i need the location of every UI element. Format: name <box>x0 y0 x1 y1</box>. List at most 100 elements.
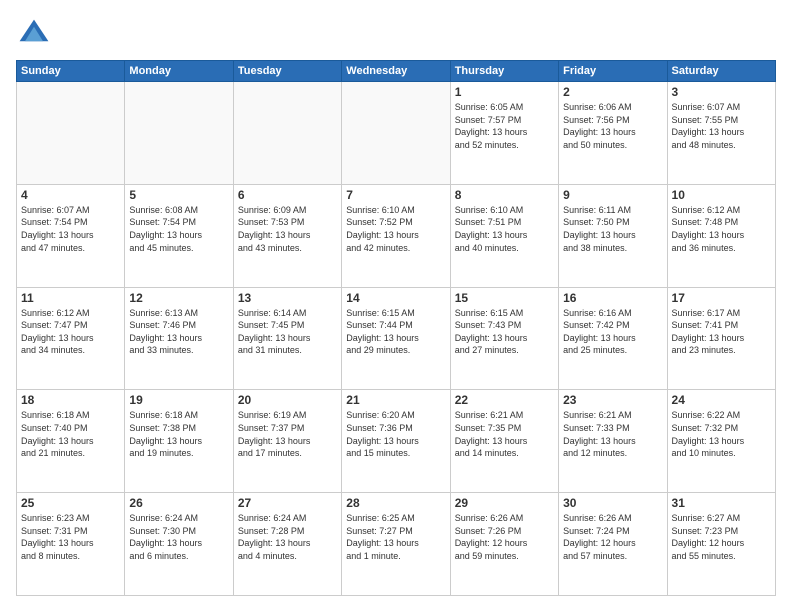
logo <box>16 16 56 52</box>
day-number: 27 <box>238 496 337 510</box>
day-info: Sunrise: 6:18 AM Sunset: 7:40 PM Dayligh… <box>21 409 120 459</box>
calendar-cell: 29 Sunrise: 6:26 AM Sunset: 7:26 PM Dayli… <box>450 493 558 596</box>
calendar-cell: 17 Sunrise: 6:17 AM Sunset: 7:41 PM Dayli… <box>667 287 775 390</box>
day-info: Sunrise: 6:18 AM Sunset: 7:38 PM Dayligh… <box>129 409 228 459</box>
day-number: 15 <box>455 291 554 305</box>
day-number: 12 <box>129 291 228 305</box>
day-info: Sunrise: 6:26 AM Sunset: 7:26 PM Dayligh… <box>455 512 554 562</box>
day-number: 6 <box>238 188 337 202</box>
day-number: 10 <box>672 188 771 202</box>
calendar-cell: 11 Sunrise: 6:12 AM Sunset: 7:47 PM Dayli… <box>17 287 125 390</box>
calendar-cell: 4 Sunrise: 6:07 AM Sunset: 7:54 PM Daylig… <box>17 184 125 287</box>
day-info: Sunrise: 6:10 AM Sunset: 7:51 PM Dayligh… <box>455 204 554 254</box>
calendar-week-2: 11 Sunrise: 6:12 AM Sunset: 7:47 PM Dayli… <box>17 287 776 390</box>
calendar-cell: 26Sunrise: 6:24 AM Sunset: 7:30 PM Dayli… <box>125 493 233 596</box>
day-info: Sunrise: 6:08 AM Sunset: 7:54 PM Dayligh… <box>129 204 228 254</box>
calendar-week-0: 1 Sunrise: 6:05 AM Sunset: 7:57 PM Daylig… <box>17 82 776 185</box>
day-info: Sunrise: 6:15 AM Sunset: 7:44 PM Dayligh… <box>346 307 445 357</box>
calendar-cell: 19 Sunrise: 6:18 AM Sunset: 7:38 PM Dayli… <box>125 390 233 493</box>
calendar-cell: 8 Sunrise: 6:10 AM Sunset: 7:51 PM Daylig… <box>450 184 558 287</box>
calendar-cell: 27Sunrise: 6:24 AM Sunset: 7:28 PM Dayli… <box>233 493 341 596</box>
calendar-cell <box>342 82 450 185</box>
weekday-monday: Monday <box>125 61 233 82</box>
day-number: 20 <box>238 393 337 407</box>
weekday-thursday: Thursday <box>450 61 558 82</box>
calendar-cell: 30 Sunrise: 6:26 AM Sunset: 7:24 PM Dayli… <box>559 493 667 596</box>
calendar-table: SundayMondayTuesdayWednesdayThursdayFrid… <box>16 60 776 596</box>
logo-icon <box>16 16 52 52</box>
day-info: Sunrise: 6:16 AM Sunset: 7:42 PM Dayligh… <box>563 307 662 357</box>
calendar-cell: 12 Sunrise: 6:13 AM Sunset: 7:46 PM Dayli… <box>125 287 233 390</box>
day-info: Sunrise: 6:26 AM Sunset: 7:24 PM Dayligh… <box>563 512 662 562</box>
day-info: Sunrise: 6:06 AM Sunset: 7:56 PM Dayligh… <box>563 101 662 151</box>
day-info: Sunrise: 6:21 AM Sunset: 7:35 PM Dayligh… <box>455 409 554 459</box>
day-number: 11 <box>21 291 120 305</box>
calendar-cell: 13 Sunrise: 6:14 AM Sunset: 7:45 PM Dayli… <box>233 287 341 390</box>
calendar-cell: 6 Sunrise: 6:09 AM Sunset: 7:53 PM Daylig… <box>233 184 341 287</box>
calendar-cell: 24 Sunrise: 6:22 AM Sunset: 7:32 PM Dayli… <box>667 390 775 493</box>
calendar-week-3: 18Sunrise: 6:18 AM Sunset: 7:40 PM Dayli… <box>17 390 776 493</box>
day-number: 7 <box>346 188 445 202</box>
calendar-cell: 31 Sunrise: 6:27 AM Sunset: 7:23 PM Dayli… <box>667 493 775 596</box>
day-info: Sunrise: 6:05 AM Sunset: 7:57 PM Dayligh… <box>455 101 554 151</box>
day-number: 30 <box>563 496 662 510</box>
day-number: 1 <box>455 85 554 99</box>
day-info: Sunrise: 6:12 AM Sunset: 7:47 PM Dayligh… <box>21 307 120 357</box>
calendar-cell: 23 Sunrise: 6:21 AM Sunset: 7:33 PM Dayli… <box>559 390 667 493</box>
calendar-cell: 28 Sunrise: 6:25 AM Sunset: 7:27 PM Dayli… <box>342 493 450 596</box>
day-number: 13 <box>238 291 337 305</box>
calendar-cell: 1 Sunrise: 6:05 AM Sunset: 7:57 PM Daylig… <box>450 82 558 185</box>
day-number: 2 <box>563 85 662 99</box>
calendar-cell <box>17 82 125 185</box>
day-number: 24 <box>672 393 771 407</box>
day-number: 8 <box>455 188 554 202</box>
day-info: Sunrise: 6:19 AM Sunset: 7:37 PM Dayligh… <box>238 409 337 459</box>
day-number: 31 <box>672 496 771 510</box>
day-number: 19 <box>129 393 228 407</box>
header <box>16 16 776 52</box>
calendar-cell: 20 Sunrise: 6:19 AM Sunset: 7:37 PM Dayli… <box>233 390 341 493</box>
calendar-cell: 14 Sunrise: 6:15 AM Sunset: 7:44 PM Dayli… <box>342 287 450 390</box>
day-info: Sunrise: 6:14 AM Sunset: 7:45 PM Dayligh… <box>238 307 337 357</box>
page: SundayMondayTuesdayWednesdayThursdayFrid… <box>0 0 792 612</box>
day-info: Sunrise: 6:24 AM Sunset: 7:30 PM Dayligh… <box>129 512 228 562</box>
calendar-week-4: 25 Sunrise: 6:23 AM Sunset: 7:31 PM Dayli… <box>17 493 776 596</box>
weekday-wednesday: Wednesday <box>342 61 450 82</box>
day-number: 29 <box>455 496 554 510</box>
calendar-week-1: 4 Sunrise: 6:07 AM Sunset: 7:54 PM Daylig… <box>17 184 776 287</box>
day-number: 14 <box>346 291 445 305</box>
day-info: Sunrise: 6:07 AM Sunset: 7:55 PM Dayligh… <box>672 101 771 151</box>
day-info: Sunrise: 6:25 AM Sunset: 7:27 PM Dayligh… <box>346 512 445 562</box>
day-number: 4 <box>21 188 120 202</box>
day-number: 9 <box>563 188 662 202</box>
calendar-cell <box>125 82 233 185</box>
day-info: Sunrise: 6:21 AM Sunset: 7:33 PM Dayligh… <box>563 409 662 459</box>
day-number: 5 <box>129 188 228 202</box>
weekday-saturday: Saturday <box>667 61 775 82</box>
day-info: Sunrise: 6:20 AM Sunset: 7:36 PM Dayligh… <box>346 409 445 459</box>
calendar-cell: 21 Sunrise: 6:20 AM Sunset: 7:36 PM Dayli… <box>342 390 450 493</box>
day-info: Sunrise: 6:10 AM Sunset: 7:52 PM Dayligh… <box>346 204 445 254</box>
weekday-friday: Friday <box>559 61 667 82</box>
day-info: Sunrise: 6:09 AM Sunset: 7:53 PM Dayligh… <box>238 204 337 254</box>
day-info: Sunrise: 6:12 AM Sunset: 7:48 PM Dayligh… <box>672 204 771 254</box>
day-info: Sunrise: 6:15 AM Sunset: 7:43 PM Dayligh… <box>455 307 554 357</box>
day-info: Sunrise: 6:11 AM Sunset: 7:50 PM Dayligh… <box>563 204 662 254</box>
day-info: Sunrise: 6:07 AM Sunset: 7:54 PM Dayligh… <box>21 204 120 254</box>
day-number: 21 <box>346 393 445 407</box>
day-number: 17 <box>672 291 771 305</box>
day-info: Sunrise: 6:17 AM Sunset: 7:41 PM Dayligh… <box>672 307 771 357</box>
weekday-sunday: Sunday <box>17 61 125 82</box>
day-number: 28 <box>346 496 445 510</box>
day-number: 25 <box>21 496 120 510</box>
day-info: Sunrise: 6:23 AM Sunset: 7:31 PM Dayligh… <box>21 512 120 562</box>
day-info: Sunrise: 6:22 AM Sunset: 7:32 PM Dayligh… <box>672 409 771 459</box>
calendar-cell: 10 Sunrise: 6:12 AM Sunset: 7:48 PM Dayli… <box>667 184 775 287</box>
day-number: 22 <box>455 393 554 407</box>
day-info: Sunrise: 6:13 AM Sunset: 7:46 PM Dayligh… <box>129 307 228 357</box>
calendar-cell: 25 Sunrise: 6:23 AM Sunset: 7:31 PM Dayli… <box>17 493 125 596</box>
calendar-cell <box>233 82 341 185</box>
calendar-cell: 5 Sunrise: 6:08 AM Sunset: 7:54 PM Daylig… <box>125 184 233 287</box>
day-number: 23 <box>563 393 662 407</box>
day-info: Sunrise: 6:27 AM Sunset: 7:23 PM Dayligh… <box>672 512 771 562</box>
